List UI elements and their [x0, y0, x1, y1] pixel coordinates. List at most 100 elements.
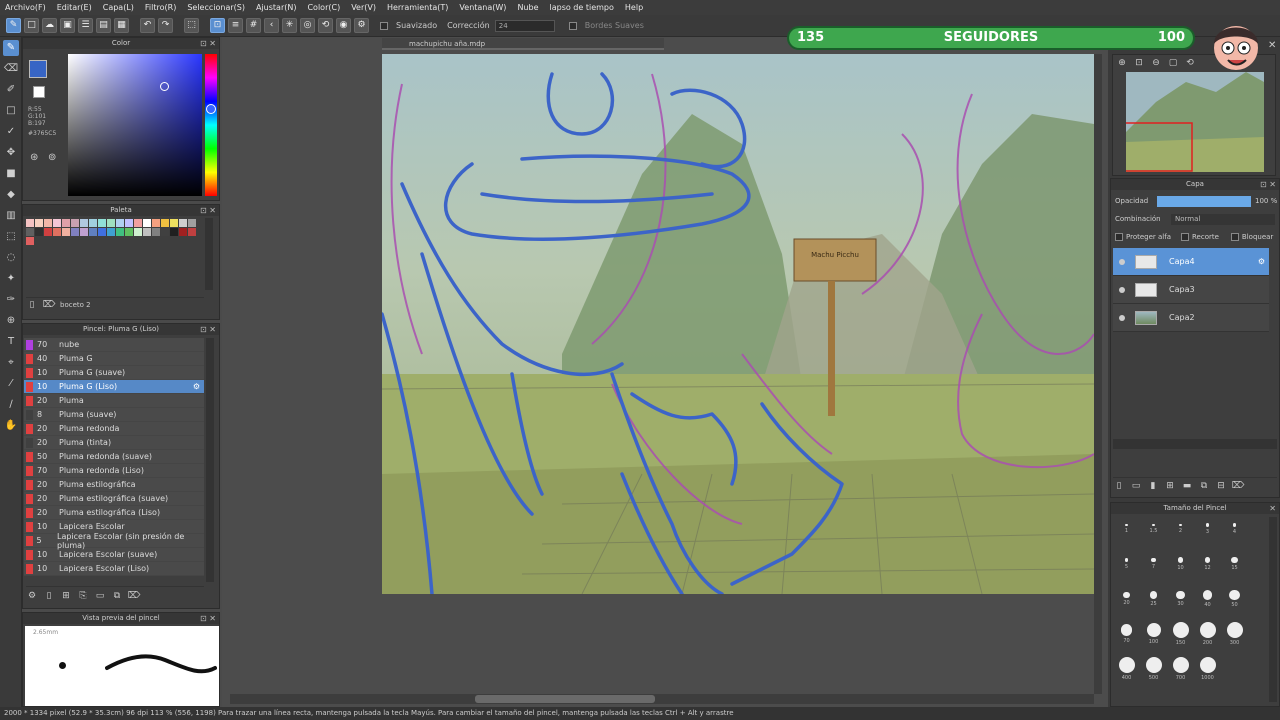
main-color-swatch[interactable] [29, 60, 47, 78]
protect-alpha-checkbox[interactable] [1115, 233, 1123, 241]
palette-swatch[interactable] [179, 219, 187, 227]
layer-settings-icon[interactable]: ⚙ [1258, 257, 1265, 266]
eraser-tool-icon[interactable]: ⌫ [3, 61, 19, 77]
palette-swatch[interactable] [143, 219, 151, 227]
palette-swatch[interactable] [89, 219, 97, 227]
brush-settings-icon[interactable]: ⚙ [26, 590, 38, 602]
brush-new-icon[interactable]: ▯ [43, 590, 55, 602]
brush-size-option[interactable]: 12 [1194, 552, 1221, 587]
brush-size-option[interactable]: 70 [1113, 622, 1140, 657]
brush-size-option[interactable]: 25 [1140, 587, 1167, 622]
brush-size-option[interactable]: 100 [1140, 622, 1167, 657]
panel-icon[interactable]: ▤ [96, 18, 111, 33]
divide-tool-icon[interactable]: ⌖ [3, 355, 19, 371]
palette-swatch[interactable] [179, 228, 187, 236]
brush-size-option[interactable]: 10 [1167, 552, 1194, 587]
new-layer-icon[interactable]: ▯ [1113, 480, 1125, 492]
brush-item[interactable]: 70 nube [24, 338, 204, 352]
ruler-icon[interactable]: ⊡ [210, 18, 225, 33]
fit-window-icon[interactable]: ▢ [1167, 57, 1179, 69]
palette-swatch[interactable] [143, 228, 151, 236]
brush-item[interactable]: 70 Pluma redonda (Liso) [24, 464, 204, 478]
layer-folder-icon[interactable]: ▬ [1181, 480, 1193, 492]
parallel-ruler-icon[interactable]: ≡ [228, 18, 243, 33]
brush-item[interactable]: 20 Pluma estilográfica (Liso) [24, 506, 204, 520]
layer-merge-icon[interactable]: ⊟ [1215, 480, 1227, 492]
layer-visibility-icon[interactable] [1119, 258, 1125, 265]
palette-swatch[interactable] [161, 219, 169, 227]
layer-visibility-icon[interactable] [1119, 286, 1125, 293]
menu-item[interactable]: Archivo(F) [5, 3, 46, 12]
palette-swatch[interactable] [53, 219, 61, 227]
text-tool-icon[interactable]: T [3, 334, 19, 350]
brush-size-option[interactable]: 7 [1140, 552, 1167, 587]
opacity-slider[interactable] [1157, 196, 1251, 207]
grid-ruler-icon[interactable]: # [246, 18, 261, 33]
menu-item[interactable]: Ver(V) [351, 3, 376, 12]
brush-item[interactable]: 10 Lapicera Escolar (suave) [24, 548, 204, 562]
brush-item[interactable]: 50 Pluma redonda (suave) [24, 450, 204, 464]
layer-item[interactable]: Capa4 ⚙ [1113, 248, 1269, 276]
save-icon[interactable]: ▣ [60, 18, 75, 33]
gradient-tool-icon[interactable]: ▥ [3, 208, 19, 224]
radial-icon[interactable]: ✳ [282, 18, 297, 33]
fill-tool-icon[interactable]: ◆ [3, 187, 19, 203]
rect-tool-icon[interactable]: ■ [3, 166, 19, 182]
color-saturation-field[interactable] [68, 54, 202, 196]
rotate-view-icon[interactable]: ⟲ [1184, 57, 1196, 69]
brush-item[interactable]: 20 Pluma estilográfica (suave) [24, 492, 204, 506]
palette-swatch[interactable] [170, 219, 178, 227]
menu-item[interactable]: Herramienta(T) [387, 3, 448, 12]
clip-checkbox[interactable] [1181, 233, 1189, 241]
layer-item[interactable]: Capa2 [1113, 304, 1269, 332]
brush-item[interactable]: 40 Pluma G [24, 352, 204, 366]
brush-item[interactable]: 5 Lapicera Escolar (sin presión de pluma) [24, 532, 204, 550]
palette-swatch[interactable] [170, 228, 178, 236]
brush-size-option[interactable]: 20 [1113, 587, 1140, 622]
transform-tool-icon[interactable]: ⊕ [3, 313, 19, 329]
brush-size-option[interactable]: 2 [1167, 517, 1194, 552]
brush-delete-icon[interactable]: ⌦ [128, 590, 141, 602]
palette-swatch[interactable] [62, 228, 70, 236]
brush-item[interactable]: 20 Pluma [24, 394, 204, 408]
brush-item[interactable]: 10 Pluma G (suave) [24, 366, 204, 380]
brush-item[interactable]: 20 Pluma redonda [24, 422, 204, 436]
menu-item[interactable]: Seleccionar(S) [187, 3, 245, 12]
sub-color-swatch[interactable] [33, 86, 45, 98]
palette-swatch[interactable] [35, 219, 43, 227]
new-file-icon[interactable]: □ [24, 18, 39, 33]
brush-size-option[interactable]: 4 [1221, 517, 1248, 552]
palette-swatch[interactable] [71, 219, 79, 227]
brush-item[interactable]: 8 Pluma (suave) [24, 408, 204, 422]
palette-swatch[interactable] [107, 219, 115, 227]
brush-item[interactable]: 20 Pluma estilográfica [24, 478, 204, 492]
palette-scrollbar[interactable] [205, 218, 213, 290]
document-tab[interactable]: machupichu aña.mdp [382, 38, 664, 50]
zoom-fit-icon[interactable]: ⊡ [1133, 57, 1145, 69]
layer-visibility-icon[interactable] [1119, 314, 1125, 321]
brush-size-option[interactable]: 40 [1194, 587, 1221, 622]
canvas-vertical-scrollbar[interactable] [1094, 54, 1102, 694]
palette-swatch[interactable] [116, 228, 124, 236]
grid-icon[interactable]: ▦ [114, 18, 129, 33]
brush-item[interactable]: 10 Lapicera Escolar (Liso) [24, 562, 204, 576]
brush-size-option[interactable]: 15 [1221, 552, 1248, 587]
brush-size-option[interactable]: 1.5 [1140, 517, 1167, 552]
brush-folder-icon[interactable]: ▭ [94, 590, 106, 602]
palette-swatch[interactable] [62, 219, 70, 227]
palette-swatch[interactable] [188, 228, 196, 236]
palette-swatch[interactable] [26, 228, 34, 236]
brush-scrollbar[interactable] [206, 338, 214, 582]
rotate-icon[interactable]: ⟲ [318, 18, 333, 33]
check-tool-icon[interactable]: ✓ [3, 124, 19, 140]
palette-swatch[interactable] [98, 219, 106, 227]
correccion-field[interactable]: 24 [494, 19, 555, 32]
canvas-scroll-thumb[interactable] [475, 695, 655, 703]
bordes-checkbox[interactable] [568, 21, 577, 30]
layer-scrollbar[interactable] [1113, 439, 1277, 449]
layer-item[interactable]: Capa3 [1113, 276, 1269, 304]
close-panel-icon[interactable]: ✕ [1268, 40, 1276, 51]
menu-item[interactable]: Ventana(W) [459, 3, 506, 12]
brush-size-option[interactable]: 1000 [1194, 657, 1221, 692]
brush-size-option[interactable]: 400 [1113, 657, 1140, 692]
